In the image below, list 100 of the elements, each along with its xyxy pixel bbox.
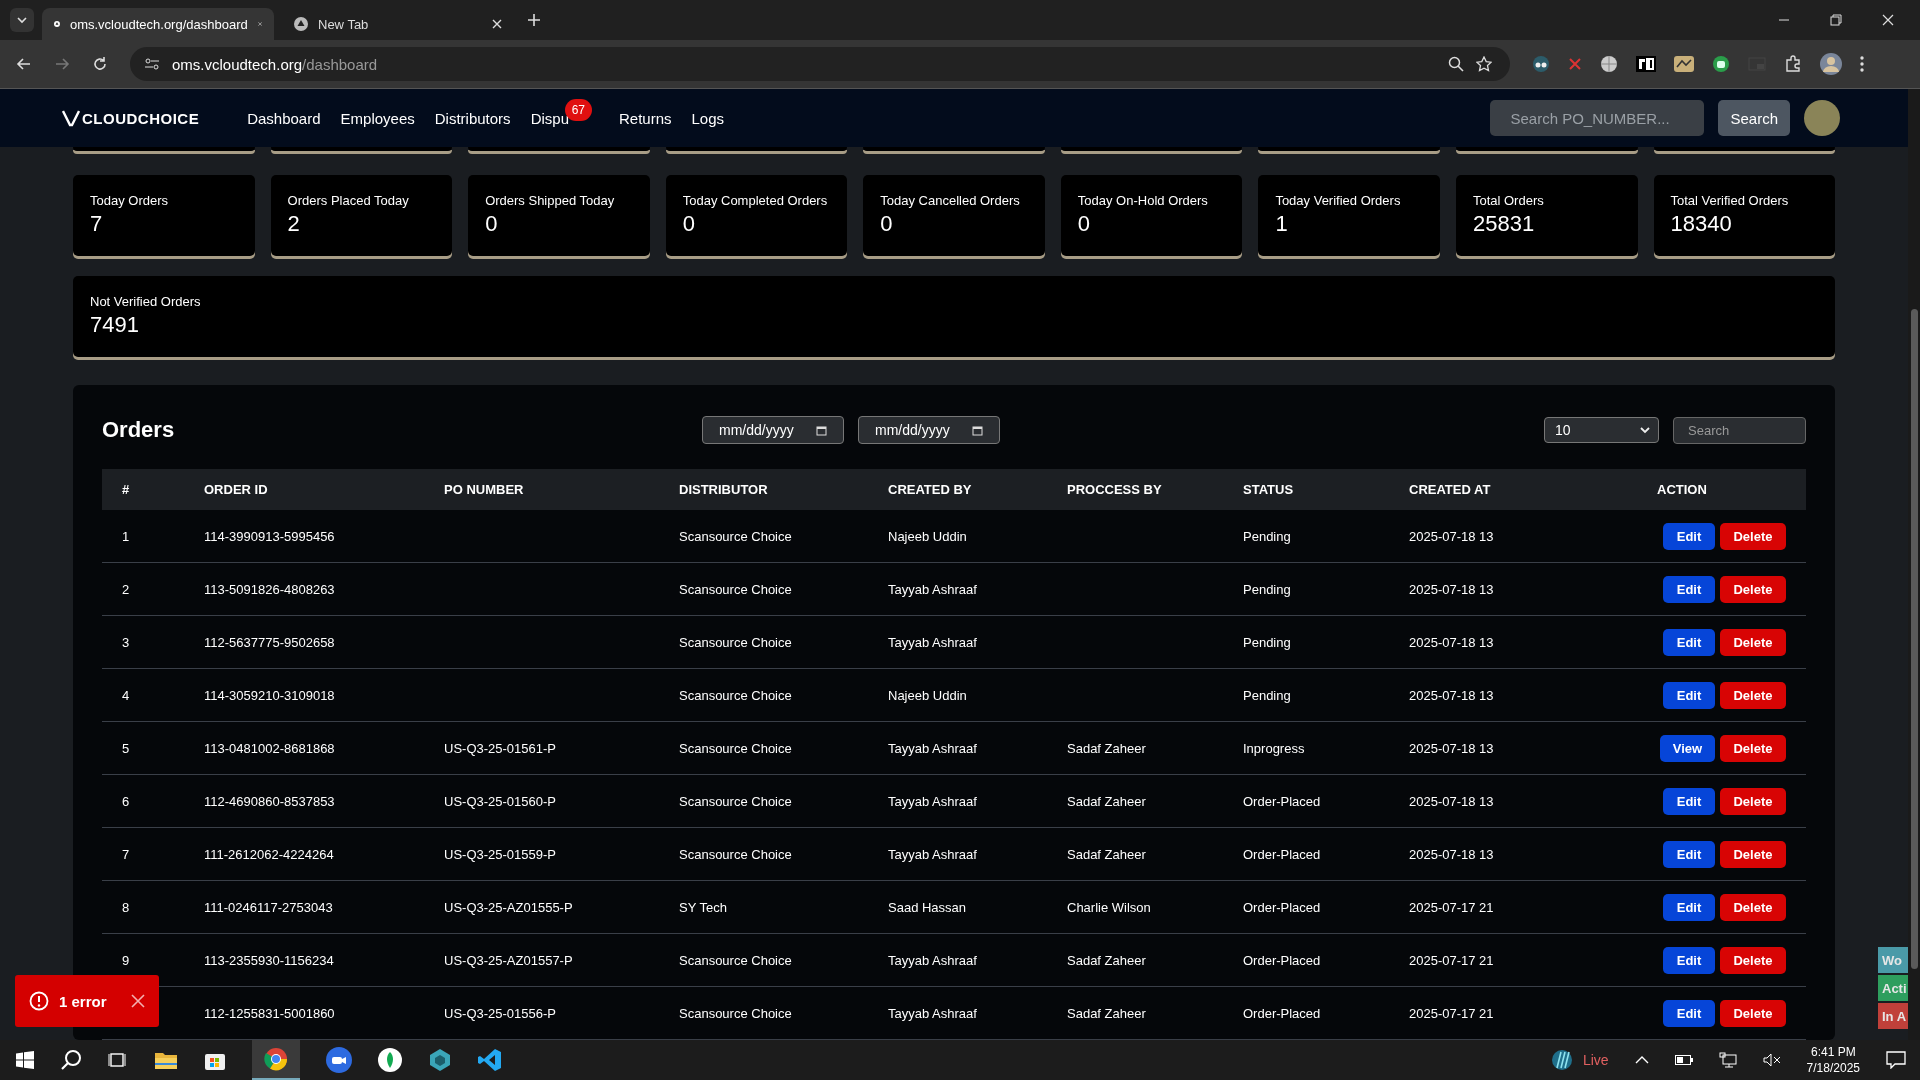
edit-button[interactable]: Edit <box>1663 840 1715 868</box>
network-icon[interactable] <box>1718 1052 1737 1068</box>
delete-button[interactable]: Delete <box>1720 575 1786 603</box>
delete-button[interactable]: Delete <box>1720 628 1786 656</box>
delete-button[interactable]: Delete <box>1720 522 1786 550</box>
search-button[interactable]: Search <box>1718 100 1790 136</box>
error-toast[interactable]: 1 error <box>15 975 159 1027</box>
table-cell: US-Q3-25-01560-P <box>444 793 556 809</box>
table-cell: 6 <box>122 793 130 809</box>
battery-icon[interactable] <box>1674 1055 1693 1065</box>
browser-menu-icon[interactable] <box>1860 56 1864 72</box>
edit-button[interactable]: Edit <box>1663 628 1715 656</box>
stat-value: 7491 <box>90 312 140 338</box>
edit-button[interactable]: Edit <box>1663 893 1715 921</box>
extension-icon[interactable] <box>1532 55 1550 73</box>
delete-button[interactable]: Delete <box>1720 946 1786 974</box>
stat-label: Today Completed Orders <box>682 193 829 208</box>
muted-speaker-icon[interactable] <box>1762 1053 1781 1067</box>
extension-icon[interactable] <box>1674 56 1694 72</box>
user-avatar[interactable] <box>1804 100 1840 136</box>
table-cell-text: 2025-07-18 13 <box>1409 528 1495 544</box>
delete-button[interactable]: Delete <box>1720 734 1786 762</box>
address-bar[interactable]: oms.vcloudtech.org/dashboard <box>130 47 1510 81</box>
close-icon[interactable] <box>1882 14 1894 26</box>
clock[interactable]: 6:41 PM 7/18/2025 <box>1806 1044 1860 1076</box>
table-cell-text: 2025-07-18 13 <box>1409 687 1495 703</box>
status-cell-text: Pending <box>1243 634 1292 650</box>
cloudchoice-logo[interactable]: CLOUDCHOICE <box>62 109 200 127</box>
edit-button[interactable]: Edit <box>1663 999 1715 1027</box>
table-cell: 8 <box>122 899 130 915</box>
edit-button[interactable]: Edit <box>1663 522 1715 550</box>
scrollbar[interactable] <box>1908 89 1920 1040</box>
table-cell-text: Scansource Choice <box>679 528 793 544</box>
close-tab-icon[interactable] <box>492 19 502 29</box>
delete-button[interactable]: Delete <box>1720 893 1786 921</box>
restore-icon[interactable] <box>1830 14 1842 26</box>
table-cell-text: Scansource Choice <box>679 740 793 756</box>
tab-list-button[interactable] <box>10 8 34 32</box>
calendar-icon[interactable] <box>816 424 827 436</box>
edit-button[interactable]: Edit <box>1663 681 1715 709</box>
stat-label: Today Cancelled Orders <box>880 193 1021 208</box>
table-cell: 3 <box>122 634 130 650</box>
table-search-field[interactable]: Search <box>1673 416 1806 444</box>
stat-value: 0 <box>1077 211 1092 237</box>
zoom-icon[interactable] <box>1448 56 1464 72</box>
site-settings-icon[interactable] <box>144 57 160 71</box>
table-cell-text: Tayyab Ashraaf <box>888 740 978 756</box>
globe-icon[interactable] <box>1600 55 1618 73</box>
nav-link[interactable]: Dashboard <box>247 109 321 127</box>
page-size-select[interactable]: 10 <box>1544 417 1659 443</box>
back-icon[interactable] <box>16 56 32 72</box>
stat-label: Total Orders <box>1472 193 1545 208</box>
nav-link[interactable]: Logs <box>691 109 725 127</box>
nav-link[interactable]: Employees <box>340 109 415 127</box>
search-field[interactable]: Search PO_NUMBER... <box>1490 100 1705 136</box>
cricket-stumps-icon[interactable] <box>1550 1049 1573 1071</box>
bookmark-star-icon[interactable] <box>1476 56 1492 72</box>
zoom-app-icon[interactable] <box>326 1047 352 1073</box>
windows-start-icon[interactable] <box>16 1051 34 1069</box>
forward-icon[interactable] <box>54 56 70 72</box>
column-header: CREATED BY <box>888 482 973 497</box>
nav-link[interactable]: Returns <box>619 109 672 127</box>
calendar-icon[interactable] <box>972 424 983 436</box>
search-icon[interactable] <box>60 1049 82 1071</box>
folder-icon[interactable] <box>154 1050 178 1070</box>
extension-icon[interactable] <box>1636 56 1656 72</box>
table-cell-text: Tayyab Ashraaf <box>888 846 978 862</box>
date-field[interactable]: mm/dd/yyyy <box>858 416 1000 444</box>
delete-button[interactable]: Delete <box>1720 840 1786 868</box>
delete-button[interactable]: Delete <box>1720 681 1786 709</box>
column-header: STATUS <box>1243 482 1295 497</box>
stat-label: Orders Shipped Today <box>485 193 616 208</box>
task-view-icon[interactable] <box>108 1050 128 1070</box>
table-cell-text: Scansource Choice <box>679 846 793 862</box>
extension-icon[interactable] <box>1712 55 1730 73</box>
extensions-puzzle-icon[interactable] <box>1784 55 1802 73</box>
reload-icon[interactable] <box>92 56 108 72</box>
profile-avatar-icon[interactable] <box>1820 53 1842 75</box>
date-field[interactable]: mm/dd/yyyy <box>702 416 844 444</box>
leaf-app-icon[interactable] <box>378 1048 402 1072</box>
cube-app-icon[interactable] <box>428 1048 452 1072</box>
delete-button[interactable]: Delete <box>1720 787 1786 815</box>
chevron-up-icon[interactable] <box>1634 1055 1649 1065</box>
browser-tab[interactable]: oms.vcloudtech.org/dashboard <box>42 8 274 40</box>
side-tab[interactable]: In A <box>1878 1003 1908 1029</box>
live-label[interactable]: Live <box>1582 1052 1609 1068</box>
column-header: DISTRIBUTOR <box>679 482 769 497</box>
edit-button[interactable]: Edit <box>1663 946 1715 974</box>
taskbar-app[interactable] <box>252 1040 300 1080</box>
code-editor-icon[interactable] <box>478 1048 502 1072</box>
notifications-icon[interactable] <box>1886 1051 1906 1069</box>
delete-button[interactable]: Delete <box>1720 999 1786 1027</box>
browser-tab[interactable]: New Tab <box>282 8 514 40</box>
edit-button[interactable]: Edit <box>1663 575 1715 603</box>
new-tab-icon[interactable] <box>528 14 540 26</box>
view-button[interactable]: View <box>1660 734 1715 762</box>
stat-label: Today Verified Orders <box>1275 193 1402 208</box>
nav-link[interactable]: Distributors <box>434 109 511 127</box>
edit-button[interactable]: Edit <box>1663 787 1715 815</box>
table-cell-text: 113-2355930-1156234 <box>204 952 335 968</box>
